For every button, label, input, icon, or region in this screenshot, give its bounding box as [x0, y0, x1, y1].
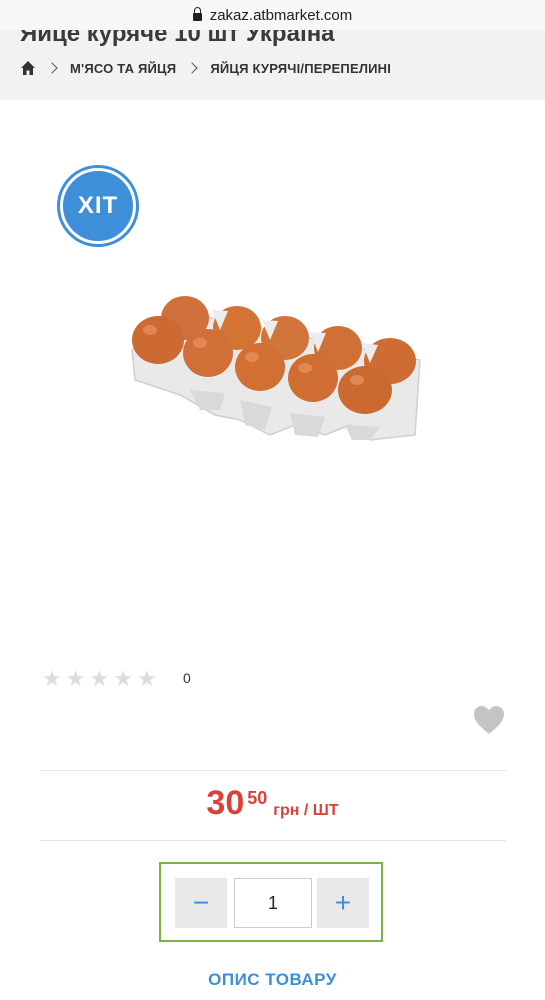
rating-count: 0: [183, 670, 191, 686]
lock-icon: [192, 7, 202, 21]
price-fraction: 50: [247, 788, 268, 808]
increase-quantity-button[interactable]: +: [317, 878, 369, 928]
page-header: Яйце куряче 10 шт Україна М'ЯСО ТА ЯЙЦЯ …: [0, 30, 545, 100]
star-icon[interactable]: ★: [113, 668, 133, 690]
star-icon[interactable]: ★: [42, 668, 62, 690]
divider: [40, 770, 506, 771]
decrease-quantity-button[interactable]: −: [175, 878, 227, 928]
price-unit: грн / ШТ: [273, 802, 339, 819]
star-icon[interactable]: ★: [137, 668, 157, 690]
breadcrumb-item-meat-eggs[interactable]: М'ЯСО ТА ЯЙЦЯ: [70, 61, 176, 76]
breadcrumb: М'ЯСО ТА ЯЙЦЯ ЯЙЦЯ КУРЯЧІ/ПЕРЕПЕЛИНІ: [20, 60, 391, 76]
heart-icon[interactable]: [472, 704, 506, 736]
breadcrumb-item-eggs[interactable]: ЯЙЦЯ КУРЯЧІ/ПЕРЕПЕЛИНІ: [210, 61, 391, 76]
quantity-stepper: − +: [159, 862, 383, 942]
price: 30 50 грн / ШТ: [0, 784, 545, 823]
price-whole: 30: [206, 784, 245, 822]
rating-stars[interactable]: ★ ★ ★ ★ ★: [42, 668, 157, 690]
tab-description[interactable]: ОПИС ТОВАРУ: [0, 970, 545, 990]
star-icon[interactable]: ★: [66, 668, 86, 690]
quantity-input[interactable]: [234, 878, 312, 928]
hit-badge: ХІТ: [60, 168, 136, 244]
star-icon[interactable]: ★: [89, 668, 109, 690]
divider: [40, 840, 506, 841]
browser-url-bar[interactable]: zakaz.atbmarket.com: [0, 0, 545, 30]
chevron-right-icon: [46, 62, 58, 74]
home-icon[interactable]: [20, 60, 36, 76]
chevron-right-icon: [186, 62, 198, 74]
page-title: Яйце куряче 10 шт Україна: [20, 30, 335, 47]
url-text: zakaz.atbmarket.com: [209, 6, 353, 24]
